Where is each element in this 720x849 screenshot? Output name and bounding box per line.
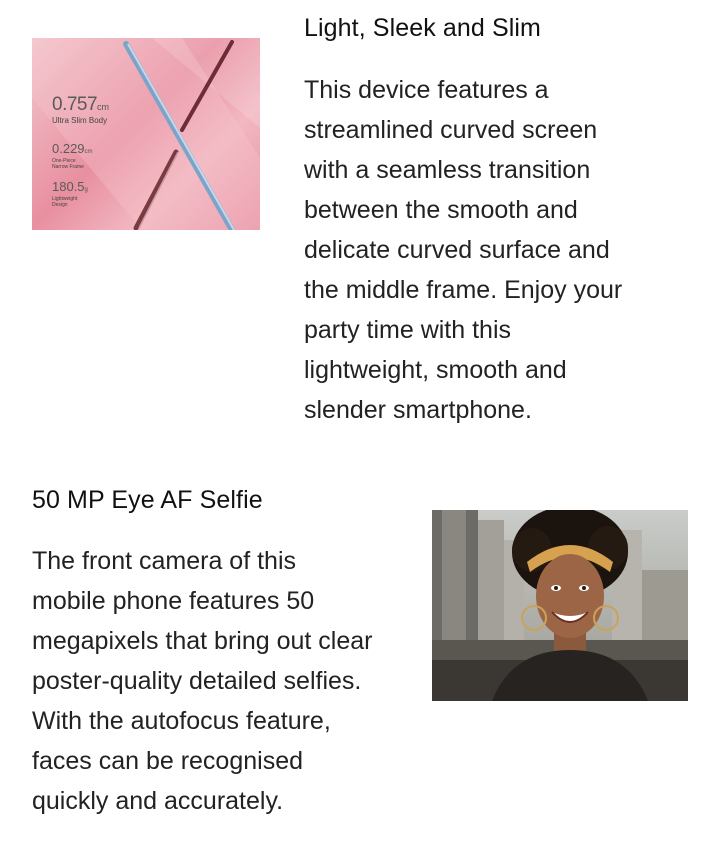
slim-body-promo-image: 0.757cm Ultra Slim Body 0.229cm One-Piec…	[32, 38, 260, 230]
description-line: slender smartphone.	[304, 396, 532, 424]
description-line: with a seamless transition	[304, 156, 591, 184]
selfie-illustration	[432, 510, 688, 701]
spec-weight-unit: g	[84, 187, 88, 193]
description-line: the middle frame. Enjoy your	[304, 276, 623, 304]
description-line: The front camera of this	[32, 547, 297, 575]
spec-frame-label: One-Piece Narrow Frame	[52, 158, 84, 170]
description-line: megapixels that bring out clear	[32, 627, 373, 655]
spec-thickness-unit: cm	[97, 102, 110, 112]
spec-weight-value: 180.5	[52, 179, 85, 194]
description-line: mobile phone features 50	[32, 587, 315, 615]
description-line: party time with this	[304, 316, 512, 344]
description-line: lightweight, smooth and	[304, 356, 567, 384]
spec-frame-unit: cm	[84, 149, 93, 155]
description-line: faces can be recognised	[32, 747, 304, 775]
description-line: With the autofocus feature,	[32, 707, 331, 735]
selfie-photo	[432, 510, 688, 701]
description-line: delicate curved surface and	[304, 236, 610, 264]
feature-title-selfie: 50 MP Eye AF Selfie	[32, 486, 263, 514]
description-line: This device features a	[304, 76, 549, 104]
description-line: quickly and accurately.	[32, 787, 284, 815]
spec-thickness-value: 0.757	[52, 94, 98, 115]
spec-thickness: 0.757cm Ultra Slim Body	[52, 94, 109, 125]
description-line: between the smooth and	[304, 196, 578, 224]
description-line: streamlined curved screen	[304, 116, 598, 144]
spec-frame: 0.229cm One-Piece Narrow Frame	[52, 140, 93, 170]
spec-weight: 180.5g Lightweight Design	[52, 178, 88, 208]
feature-description-slim: This device features a streamlined curve…	[304, 70, 694, 430]
description-line: poster-quality detailed selfies.	[32, 667, 362, 695]
spec-weight-label: Lightweight Design	[52, 196, 78, 208]
feature-title-slim: Light, Sleek and Slim	[304, 14, 541, 42]
spec-thickness-label: Ultra Slim Body	[52, 116, 108, 125]
feature-description-selfie: The front camera of this mobile phone fe…	[32, 541, 427, 821]
spec-frame-value: 0.229	[52, 141, 85, 156]
